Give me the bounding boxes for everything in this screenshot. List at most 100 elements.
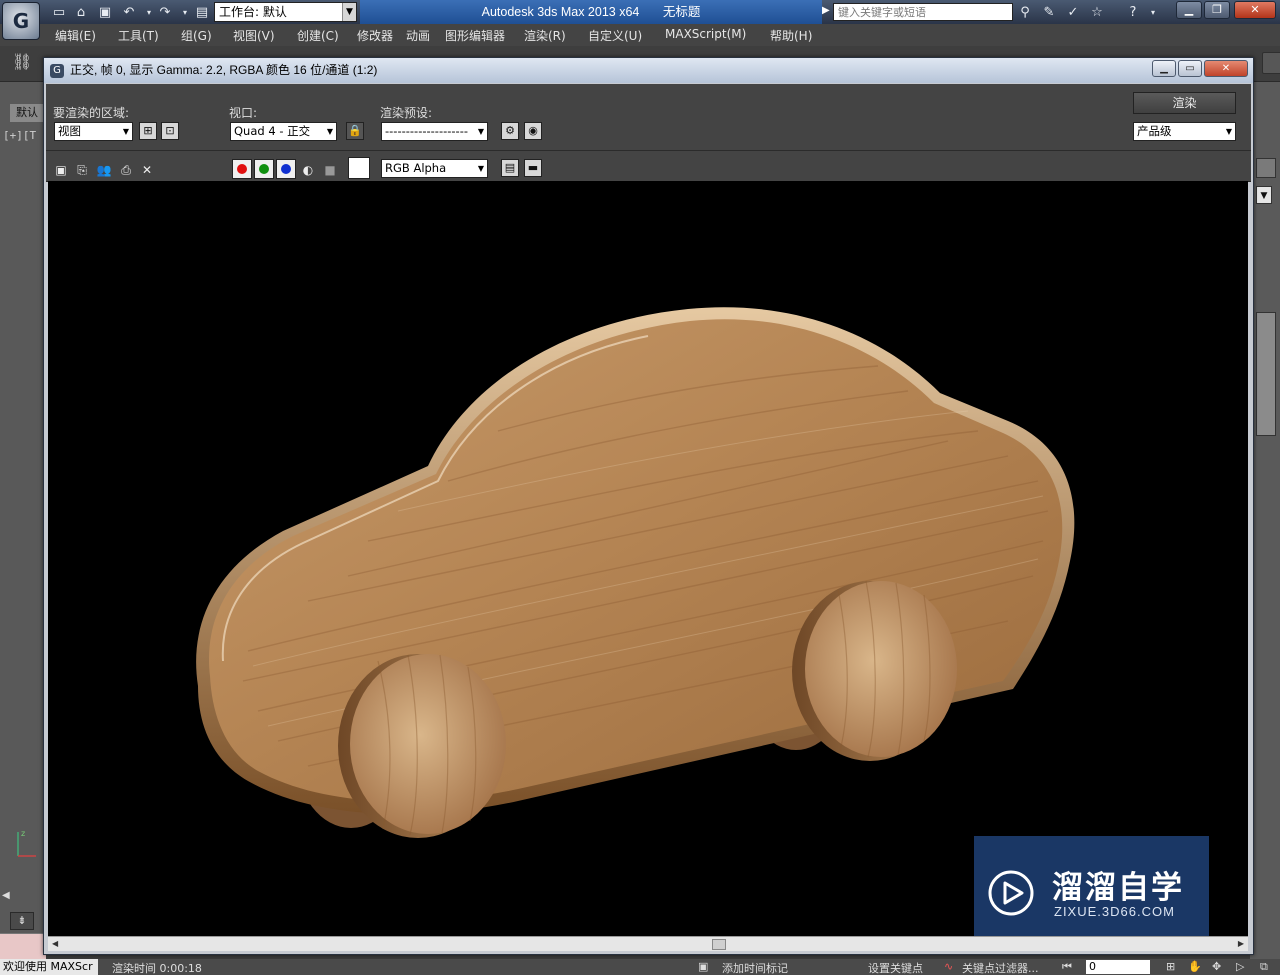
auto-region-icon[interactable]: ⊡ <box>161 122 179 140</box>
maxscript-listener-area[interactable] <box>0 933 46 959</box>
edit-region-icon[interactable]: ⊞ <box>139 122 157 140</box>
menu-animation[interactable]: 动画 <box>406 27 430 44</box>
toggle-ui-overlay-icon[interactable]: ▤ <box>501 159 519 177</box>
render-window-minimize-button[interactable]: ▁ <box>1152 60 1176 77</box>
redo-dropdown-icon[interactable]: ▾ <box>176 3 194 21</box>
render-quality-value: 产品级 <box>1137 124 1172 138</box>
scroll-left-icon[interactable]: ◀ <box>2 890 10 901</box>
maxscript-mini-listener[interactable]: 欢迎使用 MAXScr <box>0 959 98 975</box>
menu-rendering[interactable]: 渲染(R) <box>524 27 566 44</box>
menu-modifiers[interactable]: 修改器 <box>357 27 393 44</box>
app-minimize-button[interactable]: ▁ <box>1176 1 1202 19</box>
render-window-close-button[interactable]: ✕ <box>1204 60 1248 77</box>
render-preset-select[interactable]: -------------------- ▼ <box>381 122 488 141</box>
save-image-icon[interactable]: ▣ <box>53 162 69 178</box>
viewport-label[interactable]: [+][T <box>3 129 36 142</box>
subscription-icon[interactable]: ✓ <box>1064 3 1082 21</box>
fov-icon[interactable]: ▷ <box>1236 960 1244 973</box>
environment-icon[interactable]: ◉ <box>524 122 542 140</box>
app-logo-icon[interactable]: G <box>2 2 40 40</box>
app-title-document: 无标题 <box>662 5 701 19</box>
clear-icon[interactable]: ✕ <box>139 162 155 178</box>
open-folder-icon[interactable]: ⌂ <box>72 3 90 21</box>
rear-wheel <box>338 654 506 838</box>
render-window-title: 正交, 帧 0, 显示 Gamma: 2.2, RGBA 颜色 16 位/通道 … <box>70 63 378 77</box>
undo-icon[interactable]: ↶ <box>120 3 138 21</box>
key-curve-icon: ∿ <box>944 960 954 973</box>
blue-channel-icon <box>281 164 291 174</box>
key-filters-button[interactable]: 关键点过滤器... <box>962 960 1039 975</box>
color-swatch[interactable] <box>348 157 370 179</box>
app-close-button[interactable]: ✕ <box>1234 1 1276 19</box>
display-channel-value: RGB Alpha <box>385 161 447 175</box>
time-config-icon[interactable]: ⇟ <box>10 912 34 930</box>
chevron-down-icon: ▼ <box>342 3 356 21</box>
orbit-icon[interactable]: ✥ <box>1212 960 1221 973</box>
red-channel-icon <box>237 164 247 174</box>
render-button[interactable]: 渲染 <box>1133 92 1236 114</box>
copy-image-icon[interactable]: ⎘ <box>74 162 90 178</box>
render-setup-icon[interactable]: ⚙ <box>501 122 519 140</box>
menu-customize[interactable]: 自定义(U) <box>588 27 642 44</box>
key-icon[interactable]: ✎ <box>1040 3 1058 21</box>
viewport-select[interactable]: Quad 4 - 正交 ▼ <box>230 122 337 141</box>
scroll-thumb[interactable] <box>712 939 726 950</box>
menu-maxscript[interactable]: MAXScript(M) <box>665 27 746 41</box>
monochrome-icon[interactable]: ■ <box>322 162 338 178</box>
clone-frame-icon[interactable]: 👥 <box>96 162 112 178</box>
rendered-image-area[interactable]: 溜溜自学 ZIXUE.3D66.COM <box>48 181 1248 936</box>
toggle-ui-icon[interactable]: ▬ <box>524 159 542 177</box>
menu-help[interactable]: 帮助(H) <box>770 27 812 44</box>
scroll-right-icon[interactable]: ▶ <box>1238 939 1244 948</box>
pan-icon[interactable]: ✋ <box>1188 960 1202 973</box>
panel-divider <box>46 150 1251 151</box>
link-icon[interactable]: ⛓ <box>12 52 34 74</box>
menu-views[interactable]: 视图(V) <box>233 27 275 44</box>
project-folder-icon[interactable]: ▤ <box>193 3 211 21</box>
blue-channel-toggle[interactable] <box>276 159 296 179</box>
star-icon[interactable]: ☆ <box>1088 3 1106 21</box>
alpha-channel-icon[interactable]: ◐ <box>300 162 316 178</box>
new-file-icon[interactable]: ▭ <box>50 3 68 21</box>
current-frame-field[interactable]: 0 <box>1086 960 1150 974</box>
menu-tools[interactable]: 工具(T) <box>118 27 159 44</box>
workspace-select[interactable]: 工作台: 默认 ▼ <box>214 2 357 22</box>
print-image-icon[interactable]: ⎙ <box>118 162 134 178</box>
add-time-tag-button[interactable]: 添加时间标记 <box>722 960 788 975</box>
help-icon[interactable]: ? <box>1124 3 1142 21</box>
play-logo-icon <box>988 870 1034 916</box>
display-channel-select[interactable]: RGB Alpha ▼ <box>381 159 488 178</box>
render-window-maximize-button[interactable]: ▭ <box>1178 60 1202 77</box>
zoom-extents-icon[interactable]: ⊞ <box>1166 960 1175 973</box>
render-quality-select[interactable]: 产品级 ▼ <box>1133 122 1236 141</box>
ribbon-tab-default[interactable]: 默认 <box>10 104 46 122</box>
time-tag-icon[interactable]: ▣ <box>698 960 708 973</box>
search-expand-icon[interactable]: ▶ <box>822 5 830 16</box>
menu-graph-editors[interactable]: 图形编辑器 <box>445 27 505 44</box>
go-to-start-icon[interactable]: ⏮ <box>1062 960 1072 974</box>
app-restore-button[interactable]: ❐ <box>1204 1 1230 19</box>
toolbar-button[interactable] <box>1262 52 1280 74</box>
help-dropdown-icon[interactable]: ▾ <box>1144 3 1162 21</box>
save-icon[interactable]: ▣ <box>96 3 114 21</box>
menu-bar: 编辑(E) 工具(T) 组(G) 视图(V) 创建(C) 修改器 动画 图形编辑… <box>0 24 1280 46</box>
command-panel-button[interactable] <box>1256 158 1276 178</box>
green-channel-toggle[interactable] <box>254 159 274 179</box>
set-key-button[interactable]: 设置关键点 <box>868 960 923 975</box>
menu-create[interactable]: 创建(C) <box>297 27 339 44</box>
command-panel-dropdown[interactable]: ▼ <box>1256 186 1272 204</box>
viewport-select-value: Quad 4 - 正交 <box>234 124 311 138</box>
menu-group[interactable]: 组(G) <box>181 27 212 44</box>
chevron-down-icon: ▼ <box>326 127 333 136</box>
render-window-app-icon: G <box>50 64 64 78</box>
scroll-left-icon[interactable]: ◀ <box>52 939 58 948</box>
area-to-render-select[interactable]: 视图 ▼ <box>54 122 133 141</box>
keyword-search-input[interactable]: 键入关键字或短语 <box>833 3 1013 21</box>
horizontal-scrollbar[interactable]: ◀ ▶ <box>48 936 1248 951</box>
binoculars-icon[interactable]: ⚲ <box>1016 3 1034 21</box>
red-channel-toggle[interactable] <box>232 159 252 179</box>
redo-icon[interactable]: ↷ <box>156 3 174 21</box>
maximize-viewport-icon[interactable]: ⧉ <box>1260 960 1268 974</box>
menu-edit[interactable]: 编辑(E) <box>55 27 96 44</box>
lock-icon[interactable]: 🔒 <box>346 122 364 140</box>
